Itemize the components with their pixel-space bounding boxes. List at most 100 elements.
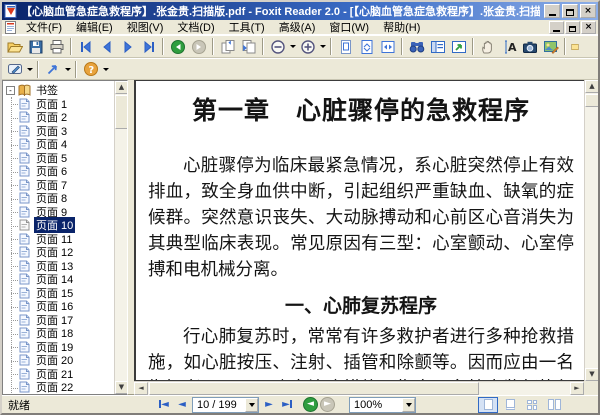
first-page-button[interactable] <box>75 37 96 56</box>
menu-item[interactable]: 窗口(W) <box>322 18 376 36</box>
printer-icon <box>50 39 63 53</box>
rotate-right-button[interactable] <box>238 37 259 56</box>
rotate-left-button[interactable] <box>217 37 238 56</box>
next-view-button[interactable]: ► <box>320 397 335 412</box>
hand-tool-icon <box>481 40 492 53</box>
prev-page-button[interactable] <box>96 37 117 56</box>
navigation-panels-button[interactable] <box>427 37 448 56</box>
previous-view-button[interactable] <box>167 37 188 56</box>
help-button[interactable]: ? <box>80 60 101 79</box>
hand-tool-button[interactable] <box>477 37 498 56</box>
doc-restore-button[interactable] <box>565 20 580 34</box>
zoom-out-dropdown[interactable] <box>288 37 297 56</box>
next-page-button[interactable]: ► <box>261 398 277 412</box>
drawing-tool-button[interactable] <box>42 60 63 79</box>
previous-view-button[interactable]: ◄ <box>303 397 318 412</box>
chevron-down-icon[interactable] <box>402 397 415 412</box>
paragraph-2: 行心肺复苏时，常常有许多救护者进行多种抢救措施，如心脏按压、注射、插管和除颤等。… <box>148 327 574 380</box>
doc-minimize-button[interactable] <box>549 20 564 34</box>
chevron-down-icon[interactable] <box>245 397 258 412</box>
snapshot-button[interactable] <box>519 37 540 56</box>
select-text-button[interactable]: A <box>498 37 519 56</box>
full-screen-button[interactable] <box>448 37 469 56</box>
fit-page-icon <box>361 39 372 54</box>
section-heading: 一、心肺复苏程序 <box>284 295 437 317</box>
find-button[interactable] <box>406 37 427 56</box>
prev-page-button[interactable]: ◄ <box>174 398 190 412</box>
typewriter-dropdown[interactable] <box>25 60 34 79</box>
maximize-icon <box>566 8 574 16</box>
clipped-toolbar-button[interactable] <box>570 37 580 56</box>
fit-page-button[interactable] <box>356 37 377 56</box>
single-page-button[interactable] <box>478 396 498 413</box>
maximize-button[interactable] <box>562 4 578 18</box>
collapse-expander-icon[interactable]: - <box>6 85 15 95</box>
doc-restore-icon <box>569 25 576 32</box>
foxit-app-icon <box>4 4 17 18</box>
help-icon: ? <box>83 62 98 76</box>
toolbar-separator <box>401 38 403 55</box>
bookmarks-scrollbar[interactable]: ▲ ▼ <box>114 81 127 394</box>
print-button[interactable] <box>46 37 67 56</box>
menu-item[interactable]: 帮助(H) <box>376 18 427 36</box>
close-button[interactable]: × <box>580 4 596 18</box>
zoom-in-button[interactable] <box>297 37 318 56</box>
help-dropdown[interactable] <box>101 60 110 79</box>
foxit-reader-window: 【心脑血管急症急救程序】.张金贵.扫描版.pdf - Foxit Reader … <box>0 0 600 415</box>
paragraph-1: 心脏骤停为临床最紧急情况，系心脏突然停止有效排血，致全身血供中断，引起组织严重缺… <box>148 156 574 280</box>
pdf-page[interactable]: 第一章 心脏骤停的急救程序 心脏骤停为临床最紧急情况，系心脏突然停止有效排血，致… <box>134 80 584 381</box>
select-image-button[interactable] <box>540 37 561 56</box>
bookmark-page-icon <box>19 354 30 366</box>
horizontal-scrollbar-thumb[interactable] <box>149 382 479 395</box>
drawing-tool-dropdown[interactable] <box>63 60 72 79</box>
zoom-out-button[interactable] <box>267 37 288 56</box>
main-toolbar: A <box>2 35 598 58</box>
menu-item[interactable]: 文档(D) <box>170 18 221 36</box>
zoom-in-icon <box>300 39 315 54</box>
continuous-facing-button[interactable] <box>544 397 564 413</box>
doc-close-button[interactable]: × <box>581 20 596 34</box>
scroll-up-icon[interactable]: ▲ <box>585 80 598 93</box>
clipped-icon <box>571 43 579 50</box>
save-button[interactable] <box>25 37 46 56</box>
bookmarks-scrollbar-thumb[interactable] <box>115 95 127 129</box>
document-view: 第一章 心脏骤停的急救程序 心脏骤停为临床最紧急情况，系心脏突然停止有效排血，致… <box>134 80 598 395</box>
chapter-heading: 第一章 心脏骤停的急救程序 <box>191 96 530 125</box>
menu-item[interactable]: 视图(V) <box>120 18 171 36</box>
actual-size-button[interactable] <box>335 37 356 56</box>
minimize-button[interactable] <box>544 4 560 18</box>
next-page-button[interactable] <box>117 37 138 56</box>
scroll-down-icon[interactable]: ▼ <box>585 368 598 381</box>
typewriter-tool-button[interactable] <box>4 60 25 79</box>
facing-button[interactable] <box>522 397 542 413</box>
continuous-button[interactable] <box>500 397 520 413</box>
pdf-document-icon[interactable] <box>4 20 17 34</box>
menubar: 文件(F) 编辑(E) 视图(V) 文档(D) 工具(T) 高级(A) 窗口(W… <box>2 20 598 35</box>
document-scrollbar-thumb[interactable] <box>585 94 598 107</box>
scroll-up-icon[interactable]: ▲ <box>115 81 127 94</box>
open-button[interactable] <box>4 37 25 56</box>
document-vertical-scrollbar[interactable]: ▲ ▼ <box>584 80 598 381</box>
document-horizontal-scrollbar[interactable]: ◄ ► <box>134 381 584 395</box>
page-number-combo[interactable]: 10 / 199 <box>192 396 259 413</box>
menu-item[interactable]: 工具(T) <box>222 18 272 36</box>
zoom-in-dropdown[interactable] <box>318 37 327 56</box>
window-title: 【心脑血管急症急救程序】.张金贵.扫描版.pdf - Foxit Reader … <box>21 6 540 18</box>
navigation-panel-icon <box>430 40 445 53</box>
zoom-out-icon <box>270 39 285 54</box>
first-page-button[interactable]: ◄ <box>156 398 172 412</box>
last-page-button[interactable] <box>138 37 159 56</box>
scroll-right-icon[interactable]: ► <box>570 382 584 395</box>
menu-item[interactable]: 高级(A) <box>272 18 323 36</box>
typewriter-icon <box>7 64 22 74</box>
menu-item[interactable]: 文件(F) <box>19 18 69 36</box>
last-page-button[interactable]: ► <box>279 398 295 412</box>
minimize-icon <box>548 14 556 16</box>
menu-item[interactable]: 编辑(E) <box>69 18 120 36</box>
fit-width-button[interactable] <box>377 37 398 56</box>
scroll-down-icon[interactable]: ▼ <box>115 381 127 394</box>
rotate-right-icon <box>242 39 255 53</box>
scroll-left-icon[interactable]: ◄ <box>134 382 148 395</box>
zoom-combo[interactable]: 100% <box>349 396 416 413</box>
next-view-button[interactable] <box>188 37 209 56</box>
